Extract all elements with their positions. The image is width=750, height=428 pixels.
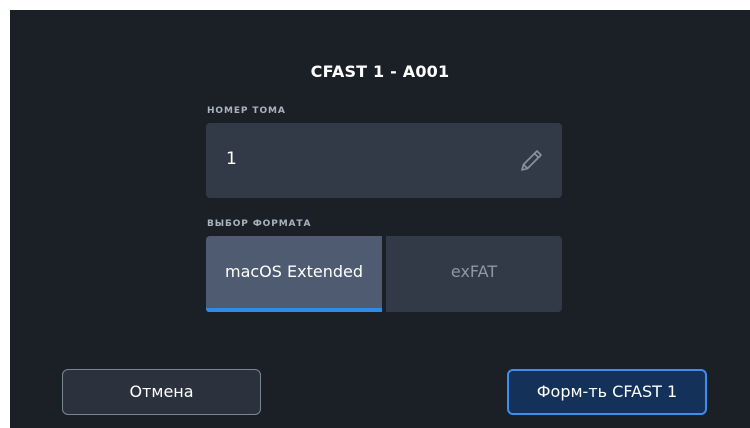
format-selection-label: ВЫБОР ФОРМАТА xyxy=(207,219,312,229)
format-selector: macOS Extended exFAT xyxy=(206,236,562,312)
format-option-macos-extended[interactable]: macOS Extended xyxy=(206,236,382,312)
dialog-title: CFAST 1 - A001 xyxy=(310,62,450,81)
format-card-dialog: CFAST 1 - A001 НОМЕР ТОМА 1 ВЫБОР ФОРМАТ… xyxy=(10,10,750,428)
format-option-label: exFAT xyxy=(450,262,498,281)
volume-number-label: НОМЕР ТОМА xyxy=(207,106,286,116)
selected-indicator xyxy=(206,308,382,312)
pencil-icon[interactable] xyxy=(516,146,546,176)
cancel-button[interactable]: Отмена xyxy=(62,369,261,415)
volume-number-value: 1 xyxy=(226,149,237,169)
format-option-label: macOS Extended xyxy=(224,262,363,281)
volume-number-field[interactable]: 1 xyxy=(206,123,562,198)
format-card-button[interactable]: Форм-ть CFAST 1 xyxy=(507,369,707,415)
format-option-exfat[interactable]: exFAT xyxy=(386,236,562,312)
